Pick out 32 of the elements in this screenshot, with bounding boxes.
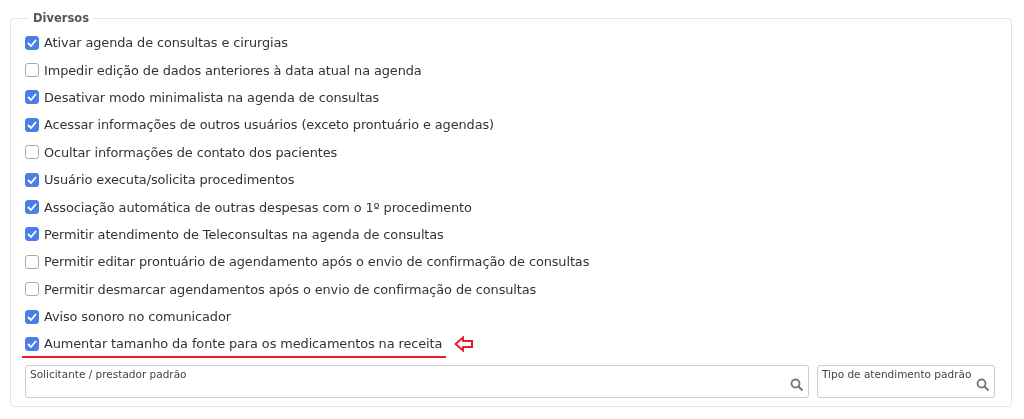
option-label[interactable]: Desativar modo minimalista na agenda de consultas [44,89,380,105]
search-icon[interactable] [976,378,990,393]
section-title: Diversos [32,11,91,25]
arrow-icon [454,336,475,352]
field-label: Solicitante / prestador padrão [30,367,187,382]
search-field[interactable]: Solicitante / prestador padrão [25,364,809,398]
checkbox[interactable] [25,282,39,297]
search-icon[interactable] [790,378,804,393]
checkbox[interactable] [25,337,39,351]
checkbox[interactable] [25,63,39,78]
checkbox[interactable] [25,254,39,269]
search-field[interactable]: Tipo de atendimento padrão [817,364,995,398]
field-label: Tipo de atendimento padrão [822,367,972,382]
option-label[interactable]: Usuário executa/solicita procedimentos [44,172,295,188]
checkbox[interactable] [25,90,39,105]
checkbox[interactable] [25,309,39,324]
option-label[interactable]: Acessar informações de outros usuários (exceto prontuário e agendas) [44,117,494,133]
checkbox[interactable] [25,227,39,242]
checkbox[interactable] [25,200,39,215]
checkbox[interactable] [25,35,39,50]
option-label[interactable]: Aumentar tamanho da fonte para os medicamentos na receita [44,336,443,352]
option-label[interactable]: Ocultar informações de contato dos pacientes [44,144,338,160]
checkbox[interactable] [25,172,39,187]
option-label[interactable]: Permitir desmarcar agendamentos após o envio de confirmação de consultas [44,281,537,297]
option-label[interactable]: Permitir atendimento de Teleconsultas na agenda de consultas [44,226,444,242]
checkbox[interactable] [25,145,39,160]
option-label[interactable]: Aviso sonoro no comunicador [44,309,231,325]
option-label[interactable]: Impedir edição de dados anteriores à data atual na agenda [44,62,422,78]
option-label[interactable]: Permitir editar prontuário de agendamento após o envio de confirmação de consultas [44,254,590,270]
checkbox[interactable] [25,117,39,132]
option-label[interactable]: Ativar agenda de consultas e cirurgias [44,35,288,51]
option-label[interactable]: Associação automática de outras despesas com o 1º procedimento [44,199,472,215]
